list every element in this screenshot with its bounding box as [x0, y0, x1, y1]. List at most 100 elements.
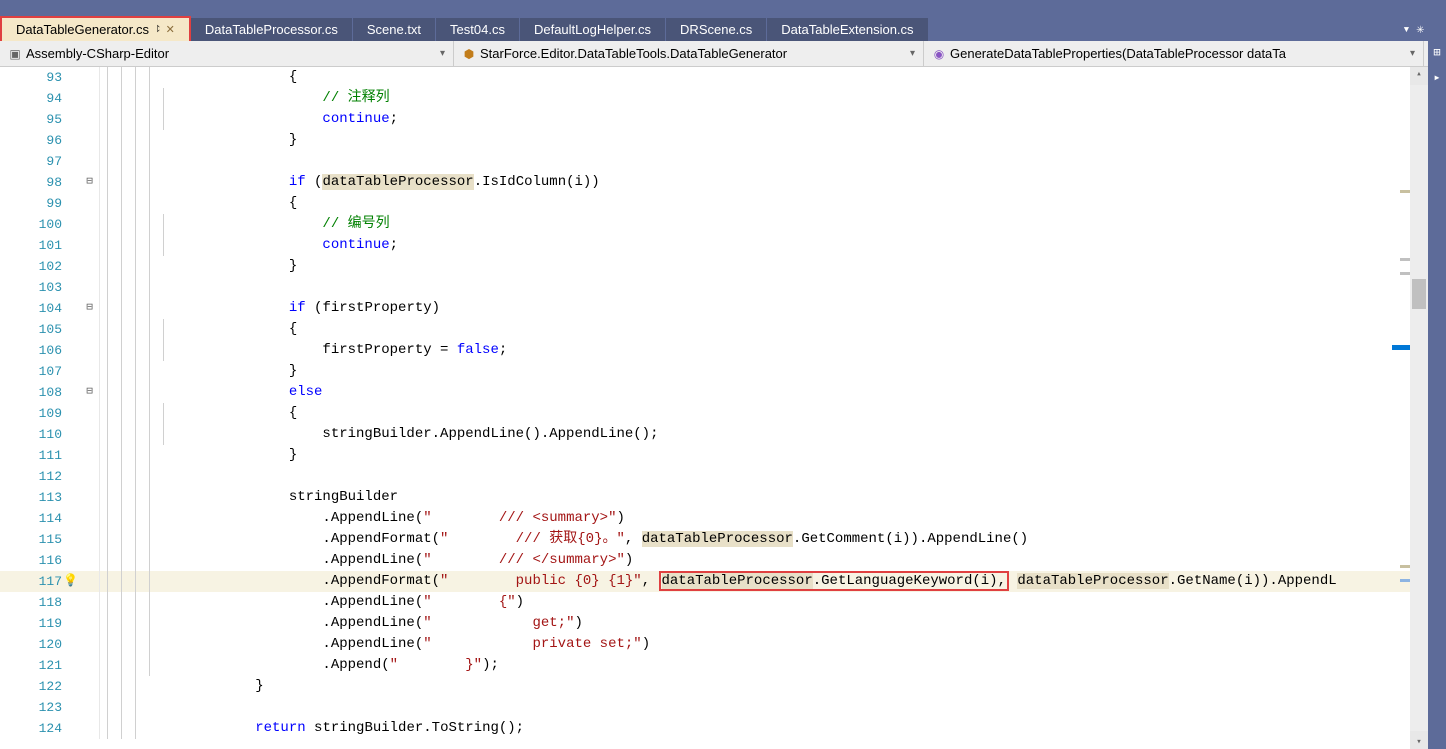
- keyword: if: [289, 174, 306, 190]
- line-number: 97: [0, 151, 80, 172]
- tab-label: DataTableExtension.cs: [781, 22, 913, 37]
- line-number: 102: [0, 256, 80, 277]
- code-text: ): [574, 615, 582, 631]
- code-text: );: [482, 657, 499, 673]
- project-icon: ▣: [8, 47, 22, 61]
- chevron-down-icon: ▾: [1410, 48, 1415, 59]
- line-number: 99: [0, 193, 80, 214]
- keyword: false: [457, 342, 499, 358]
- line-number: 124: [0, 718, 80, 739]
- code-text: {: [184, 193, 297, 214]
- tab-bar: DataTableGenerator.cs ⥏ ✕ DataTableProce…: [0, 15, 1446, 41]
- highlighted-identifier: dataTableProcessor: [322, 174, 473, 190]
- tab-datatableprocessor[interactable]: DataTableProcessor.cs: [191, 18, 353, 41]
- line-number: 110: [0, 424, 80, 445]
- method-icon: ◉: [932, 47, 946, 61]
- code-text: [184, 277, 188, 298]
- code-text: {: [184, 67, 297, 88]
- caret-marker: [1392, 345, 1410, 350]
- code-text: [184, 697, 188, 718]
- code-text: ;: [390, 111, 398, 127]
- code-text: ,: [625, 531, 642, 547]
- fold-toggle[interactable]: ⊟: [86, 302, 93, 314]
- side-toolbar: ⊞ ▸: [1428, 15, 1446, 749]
- lightbulb-icon[interactable]: 💡: [63, 571, 78, 592]
- line-number: 116: [0, 550, 80, 571]
- promote-tab-icon[interactable]: ✳: [1416, 22, 1424, 37]
- tab-drscene[interactable]: DRScene.cs: [666, 18, 767, 41]
- string-literal: " }": [390, 657, 482, 673]
- keyword: return: [255, 720, 305, 736]
- tab-datatableextension[interactable]: DataTableExtension.cs: [767, 18, 928, 41]
- code-text: .AppendFormat(: [188, 531, 440, 547]
- project-selector[interactable]: ▣ Assembly-CSharp-Editor ▾: [0, 41, 454, 66]
- line-number: 103: [0, 277, 80, 298]
- scroll-up-icon[interactable]: ▴: [1410, 69, 1428, 79]
- code-text: [184, 466, 188, 487]
- comment-text: // 注释列: [322, 90, 389, 106]
- code-text: }: [184, 676, 264, 697]
- tab-label: Test04.cs: [450, 22, 505, 37]
- code-text: .IsIdColumn(i)): [474, 174, 600, 190]
- code-text: ): [625, 552, 633, 568]
- tab-defaultloghelper[interactable]: DefaultLogHelper.cs: [520, 18, 666, 41]
- line-number: 107: [0, 361, 80, 382]
- line-number: 95: [0, 109, 80, 130]
- class-icon: ⬢: [462, 47, 476, 61]
- string-literal: " /// 获取{0}。": [440, 531, 625, 547]
- line-number: 120: [0, 634, 80, 655]
- string-literal: " private set;": [423, 636, 641, 652]
- line-number: 98: [0, 172, 80, 193]
- scroll-thumb[interactable]: [1412, 279, 1426, 309]
- chevron-down-icon: ▾: [910, 48, 915, 59]
- class-label: StarForce.Editor.DataTableTools.DataTabl…: [480, 46, 787, 61]
- code-text: ;: [499, 342, 507, 358]
- code-text: [188, 111, 322, 127]
- close-icon[interactable]: ✕: [166, 23, 175, 36]
- tab-label: DataTableGenerator.cs: [16, 22, 149, 37]
- highlighted-identifier: dataTableProcessor: [1017, 573, 1168, 589]
- line-number: 115: [0, 529, 80, 550]
- code-text: [188, 174, 289, 190]
- line-number: 109: [0, 403, 80, 424]
- fold-toggle[interactable]: ⊟: [86, 176, 93, 188]
- code-text: .GetComment(i)).AppendLine(): [793, 531, 1028, 547]
- code-text: }: [184, 130, 297, 151]
- properties-icon[interactable]: ▸: [1433, 70, 1440, 85]
- line-number: 114: [0, 508, 80, 529]
- string-literal: " public {0} {1}": [440, 573, 642, 589]
- tab-datatablegenerator[interactable]: DataTableGenerator.cs ⥏ ✕: [0, 16, 191, 41]
- highlighted-identifier: dataTableProcessor: [642, 531, 793, 547]
- string-literal: " /// <summary>": [423, 510, 616, 526]
- fold-toggle[interactable]: ⊟: [86, 386, 93, 398]
- line-number: 119: [0, 613, 80, 634]
- code-text: [188, 90, 322, 106]
- toolbox-icon[interactable]: ⊞: [1433, 45, 1440, 60]
- vertical-scrollbar[interactable]: ▴ ▾: [1410, 67, 1428, 749]
- overview-ruler[interactable]: [1400, 67, 1410, 749]
- keyword: continue: [322, 237, 389, 253]
- line-number: 122: [0, 676, 80, 697]
- tab-test04[interactable]: Test04.cs: [436, 18, 520, 41]
- code-text: ): [616, 510, 624, 526]
- tab-label: Scene.txt: [367, 22, 421, 37]
- class-selector[interactable]: ⬢ StarForce.Editor.DataTableTools.DataTa…: [454, 41, 924, 66]
- string-literal: " {": [423, 594, 515, 610]
- line-number: 106: [0, 340, 80, 361]
- tab-label: DataTableProcessor.cs: [205, 22, 338, 37]
- line-number: 104: [0, 298, 80, 319]
- nav-strip: ▣ Assembly-CSharp-Editor ▾ ⬢ StarForce.E…: [0, 41, 1446, 67]
- code-text: .AppendLine(: [188, 510, 423, 526]
- method-selector[interactable]: ◉ GenerateDataTableProperties(DataTableP…: [924, 41, 1424, 66]
- code-text: (: [306, 174, 323, 190]
- scroll-down-icon[interactable]: ▾: [1410, 737, 1428, 747]
- tab-scene[interactable]: Scene.txt: [353, 18, 436, 41]
- code-text: stringBuilder.AppendLine().AppendLine();: [184, 424, 658, 445]
- highlighted-box: dataTableProcessor.GetLanguageKeyword(i)…: [659, 571, 1009, 591]
- code-editor[interactable]: 93 { 94 // 注释列 95 continue; 96 } 97 98⊟ …: [0, 67, 1446, 749]
- keyword: continue: [322, 111, 389, 127]
- code-text: ,: [642, 573, 659, 589]
- string-literal: " get;": [423, 615, 574, 631]
- code-text: .Append(: [188, 657, 390, 673]
- overflow-icon[interactable]: ▾: [1403, 22, 1411, 37]
